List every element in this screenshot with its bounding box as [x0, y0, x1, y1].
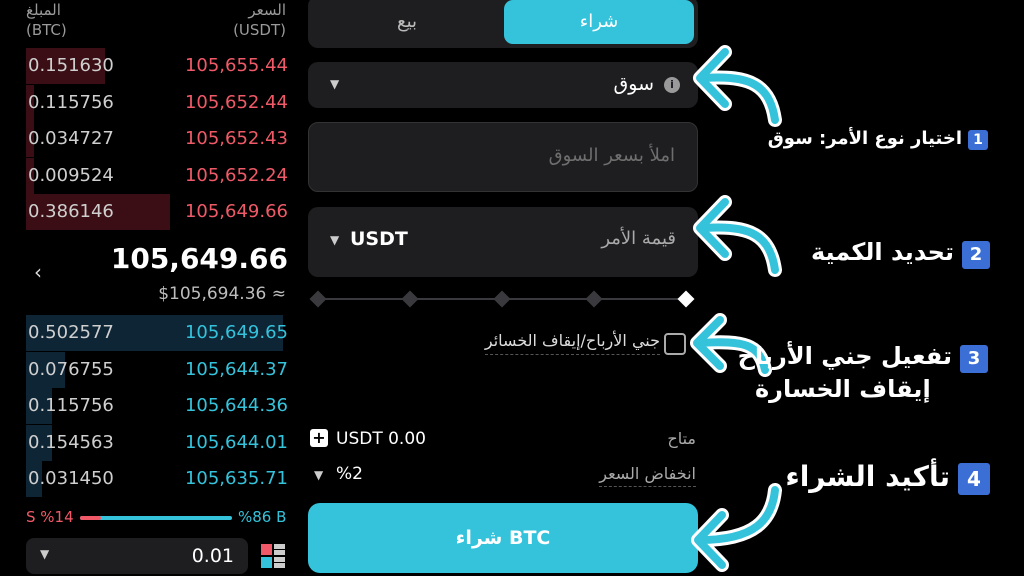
ask-row[interactable]: 0.115756 105,652.44 — [26, 84, 288, 121]
price-header-label: السعر — [248, 1, 286, 19]
bid-row[interactable]: 0.076755 105,644.37 — [26, 351, 288, 388]
row-price: 105,652.43 — [184, 128, 288, 150]
chevron-left-icon[interactable]: ‹ — [34, 260, 42, 284]
annotation-1: 1 اختيار نوع الأمر: سوق — [768, 128, 988, 150]
side-tabs: بيع شراء — [308, 0, 698, 48]
available-value: USDT 0.00 — [336, 429, 426, 449]
price-input[interactable]: املأ بسعر السوق — [308, 122, 698, 192]
info-icon[interactable]: i — [664, 77, 680, 93]
amount-currency[interactable]: USDT — [350, 228, 408, 250]
ask-row[interactable]: 0.151630 105,655.44 — [26, 48, 288, 84]
row-price: 105,652.44 — [184, 91, 288, 113]
tpsl-checkbox[interactable] — [664, 333, 686, 355]
row-amount: 0.151630 — [28, 55, 114, 76]
row-amount: 0.386146 — [28, 201, 114, 223]
step-badge: 2 — [962, 241, 990, 269]
order-type-select[interactable]: ▼ سوق i — [308, 62, 698, 108]
order-type-value: سوق — [613, 73, 654, 95]
ask-row[interactable]: 0.034727 105,652.43 — [26, 121, 288, 158]
step-badge: 3 — [960, 345, 988, 373]
caret-down-icon: ▼ — [330, 77, 340, 91]
row-amount: 0.009524 — [28, 164, 114, 186]
amount-header: المبلغ (BTC) — [26, 0, 67, 40]
amount-header-unit: (BTC) — [26, 21, 67, 39]
row-amount: 0.076755 — [28, 358, 114, 380]
row-price: 105,644.37 — [184, 358, 288, 380]
row-amount: 0.031450 — [28, 468, 114, 490]
tab-buy[interactable]: شراء — [504, 0, 694, 44]
slider-step[interactable] — [585, 290, 603, 308]
plus-icon[interactable]: + — [310, 429, 328, 447]
tpsl-label: جني الأرباح/إيقاف الخسائر — [484, 331, 660, 355]
bid-row[interactable]: 0.502577 105,649.65 — [26, 315, 288, 351]
row-amount: 0.115756 — [28, 395, 114, 417]
price-header: السعر (USDT) — [233, 0, 286, 40]
amount-header-label: المبلغ — [26, 1, 61, 19]
ask-row[interactable]: 0.009524 105,652.24 — [26, 157, 288, 194]
amount-input[interactable]: ▼ USDT قيمة الأمر — [308, 207, 698, 277]
precision-value: 0.01 — [191, 545, 234, 567]
bid-row[interactable]: 0.115756 105,644.36 — [26, 388, 288, 425]
annotation-4: 4تأكيد الشراء — [785, 460, 990, 495]
precision-select[interactable]: ▼ 0.01 — [26, 538, 248, 574]
row-price: 105,649.66 — [184, 201, 288, 223]
slider-step[interactable] — [401, 290, 419, 308]
orderbook-layout-icon[interactable] — [260, 543, 286, 569]
row-price: 105,644.01 — [184, 431, 288, 453]
sell-ratio-label: S %14 — [26, 508, 74, 526]
bid-row[interactable]: 0.031450 105,635.71 — [26, 461, 288, 498]
row-price: 105,655.44 — [184, 55, 288, 76]
bid-row[interactable]: 0.154563 105,644.01 — [26, 424, 288, 461]
annotation-text: اختيار نوع الأمر: سوق — [767, 128, 962, 149]
slippage-label: انخفاض السعر — [599, 464, 696, 487]
row-amount: 0.154563 — [28, 431, 114, 453]
caret-down-icon[interactable]: ▼ — [314, 468, 323, 482]
slider-step[interactable] — [493, 290, 511, 308]
caret-down-icon: ▼ — [40, 547, 50, 561]
buy-ratio-label: %86 B — [238, 508, 287, 526]
sell-ratio-fill — [80, 516, 102, 520]
row-price: 105,644.36 — [184, 395, 288, 417]
row-price: 105,635.71 — [184, 468, 288, 490]
row-amount: 0.034727 — [28, 128, 114, 150]
row-price: 105,652.24 — [184, 164, 288, 186]
price-placeholder: املأ بسعر السوق — [548, 145, 675, 166]
annotation-3: 3 تفعيل جني الأرباح إيقاف الخسارة — [738, 340, 988, 405]
buy-btc-button[interactable]: شراء BTC — [308, 503, 698, 573]
step-badge: 4 — [958, 463, 990, 495]
price-header-unit: (USDT) — [233, 21, 286, 39]
row-amount: 0.502577 — [28, 322, 114, 343]
slider-step[interactable] — [309, 290, 327, 308]
step-badge: 1 — [968, 130, 988, 150]
amount-label: قيمة الأمر — [601, 228, 676, 249]
last-price: 105,649.66 — [110, 242, 288, 275]
annotation-text: تأكيد الشراء — [785, 460, 950, 493]
caret-down-icon[interactable]: ▼ — [330, 233, 339, 247]
row-price: 105,649.65 — [184, 322, 288, 343]
annotation-text-line2: إيقاف الخسارة — [754, 375, 931, 403]
row-amount: 0.115756 — [28, 91, 114, 113]
ask-row[interactable]: 0.386146 105,649.66 — [26, 194, 288, 231]
ratio-bar — [80, 516, 232, 520]
tab-sell[interactable]: بيع — [312, 0, 502, 44]
annotation-text: تفعيل جني الأرباح — [737, 342, 952, 370]
last-price-usd: $105,694.36 ≈ — [158, 284, 286, 304]
slider-step[interactable] — [677, 290, 695, 308]
annotation-text: تحديد الكمية — [810, 238, 954, 266]
annotation-2: 2 تحديد الكمية — [811, 238, 990, 269]
slippage-value[interactable]: %2 — [336, 464, 363, 484]
available-label: متاح — [667, 429, 696, 448]
